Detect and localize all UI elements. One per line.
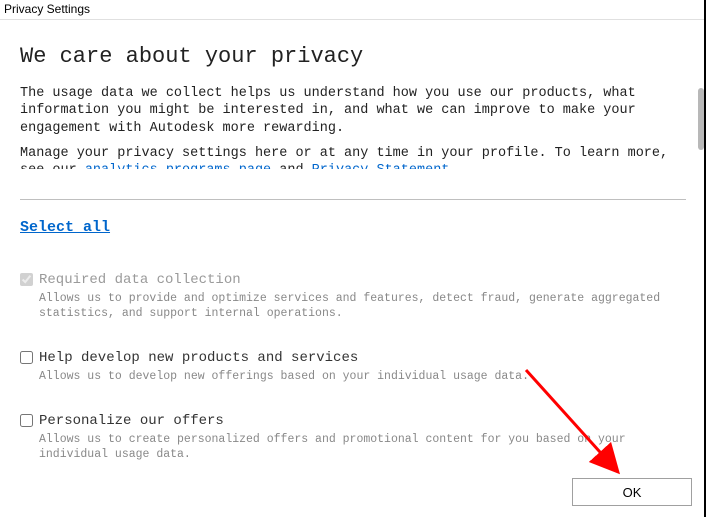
develop-title: Help develop new products and services bbox=[39, 350, 358, 366]
personalize-title: Personalize our offers bbox=[39, 413, 224, 429]
select-all-link[interactable]: Select all bbox=[20, 219, 110, 236]
ok-button[interactable]: OK bbox=[572, 478, 692, 506]
window-title: Privacy Settings bbox=[0, 0, 706, 20]
develop-checkbox[interactable] bbox=[20, 351, 33, 364]
option-required: Required data collection Allows us to pr… bbox=[20, 272, 686, 322]
intro2-text-pre: Manage your privacy settings here or at … bbox=[20, 146, 668, 175]
personalize-checkbox[interactable] bbox=[20, 414, 33, 427]
analytics-programs-link[interactable]: analytics programs page bbox=[85, 163, 271, 175]
option-develop: Help develop new products and services A… bbox=[20, 350, 686, 385]
intro-paragraph-1: The usage data we collect helps us under… bbox=[20, 85, 686, 137]
privacy-statement-link[interactable]: Privacy Statement bbox=[312, 163, 450, 175]
required-title: Required data collection bbox=[39, 272, 241, 288]
option-personalize: Personalize our offers Allows us to crea… bbox=[20, 413, 686, 463]
intro2-text-post: . bbox=[449, 163, 457, 175]
divider bbox=[20, 199, 686, 200]
dialog-content: We care about your privacy The usage dat… bbox=[0, 20, 706, 517]
required-checkbox bbox=[20, 273, 33, 286]
personalize-desc: Allows us to create personalized offers … bbox=[39, 433, 686, 463]
intro2-text-mid: and bbox=[271, 163, 312, 175]
develop-desc: Allows us to develop new offerings based… bbox=[39, 370, 686, 385]
page-heading: We care about your privacy bbox=[20, 44, 686, 69]
intro-paragraph-2: Manage your privacy settings here or at … bbox=[20, 145, 686, 175]
required-desc: Allows us to provide and optimize servic… bbox=[39, 292, 686, 322]
